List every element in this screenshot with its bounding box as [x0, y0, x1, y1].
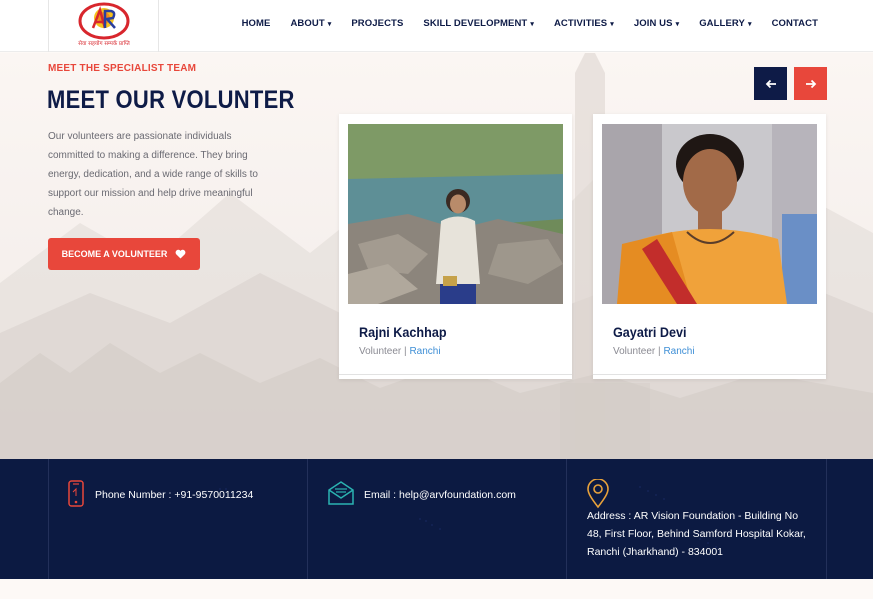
email-address[interactable]: Email : help@arvfoundation.com: [364, 486, 516, 504]
carousel-next-button[interactable]: [794, 67, 827, 100]
nav-item-about[interactable]: ABOUT ▾: [290, 18, 331, 29]
chevron-down-icon: ▾: [327, 20, 332, 28]
carousel-prev-button[interactable]: [754, 67, 787, 100]
postal-address: Address : AR Vision Foundation - Buildin…: [587, 510, 806, 558]
heart-icon: [176, 249, 186, 259]
become-volunteer-label: BECOME A VOLUNTEER: [61, 249, 168, 259]
volunteer-card[interactable]: Gayatri Devi Volunteer | Ranchi: [593, 114, 826, 379]
chevron-down-icon: ▾: [610, 20, 614, 28]
location-pin-icon: [587, 479, 609, 509]
nav-item-projects[interactable]: PROJECTS: [351, 18, 403, 29]
nav-item-gallery[interactable]: GALLERY ▾: [699, 18, 751, 29]
footer-divider: [566, 459, 567, 579]
arrow-right-icon: [805, 79, 816, 88]
phone-number[interactable]: Phone Number : +91-9570011234: [95, 486, 253, 504]
logo[interactable]: सेवा सहयोग सम्पर्क प्राप्ति: [48, 0, 159, 52]
nav-item-activities[interactable]: ACTIVITIES ▾: [554, 18, 614, 29]
section-title: MEET OUR VOLUNTER: [47, 86, 295, 114]
chevron-down-icon: ▾: [675, 20, 680, 28]
section-description: Our volunteers are passionate individual…: [48, 131, 258, 218]
volunteer-photo: [348, 124, 563, 304]
nav-item-contact[interactable]: CONTACT: [772, 18, 818, 29]
nav-item-skill-development[interactable]: SKILL DEVELOPMENT ▾: [423, 18, 534, 29]
volunteer-name: Gayatri Devi: [613, 324, 687, 340]
nav-label: GALLERY: [699, 18, 745, 29]
phone-icon: [68, 480, 84, 507]
nav-label: JOIN US: [633, 18, 673, 29]
footer-divider: [48, 459, 49, 579]
volunteer-role: Volunteer | Ranchi: [613, 346, 695, 357]
nav-label: ACTIVITIES: [553, 18, 608, 29]
arrow-left-icon: [765, 79, 776, 88]
nav-item-join-us[interactable]: JOIN US ▾: [634, 18, 679, 29]
svg-text:सेवा सहयोग सम्पर्क प्राप्ति: सेवा सहयोग सम्पर्क प्राप्ति: [78, 40, 130, 47]
footer-divider: [826, 459, 827, 579]
chevron-down-icon: ▾: [747, 20, 752, 28]
envelope-icon: [328, 481, 354, 505]
site-header: सेवा सहयोग सम्पर्क प्राप्ति HOME ABOUT ▾ PR…: [0, 0, 873, 52]
main-nav: HOME ABOUT ▾ PROJECTS SKILL DEVELOPMENT ▾ ACTI…: [242, 18, 818, 29]
nav-label: CONTACT: [771, 18, 818, 29]
volunteer-city-link[interactable]: Ranchi: [663, 346, 694, 357]
section-eyebrow: MEET THE SPECIALIST TEAM: [48, 63, 197, 74]
volunteer-name: Rajni Kachhap: [359, 324, 447, 340]
page-bottom: [0, 579, 873, 599]
card-divider: [339, 374, 572, 375]
nav-label: PROJECTS: [351, 18, 404, 29]
contact-strip: Phone Number : +91-9570011234 Email : he…: [0, 459, 873, 579]
nav-label: SKILL DEVELOPMENT: [423, 18, 528, 29]
footer-divider: [307, 459, 308, 579]
chevron-down-icon: ▾: [530, 20, 534, 28]
logo-emblem-icon: सेवा सहयोग सम्पर्क प्राप्ति: [78, 2, 130, 47]
volunteer-section: MEET THE SPECIALIST TEAM MEET OUR VOLUNT…: [0, 53, 873, 459]
become-volunteer-button[interactable]: BECOME A VOLUNTEER: [48, 238, 200, 270]
volunteer-card[interactable]: Rajni Kachhap Volunteer | Ranchi: [339, 114, 572, 379]
nav-item-home[interactable]: HOME: [242, 18, 271, 29]
nav-label: HOME: [241, 18, 271, 29]
volunteer-photo: [602, 124, 817, 304]
card-divider: [593, 374, 826, 375]
volunteer-role: Volunteer | Ranchi: [359, 346, 441, 357]
nav-label: ABOUT: [290, 18, 325, 29]
volunteer-city-link[interactable]: Ranchi: [409, 346, 440, 357]
